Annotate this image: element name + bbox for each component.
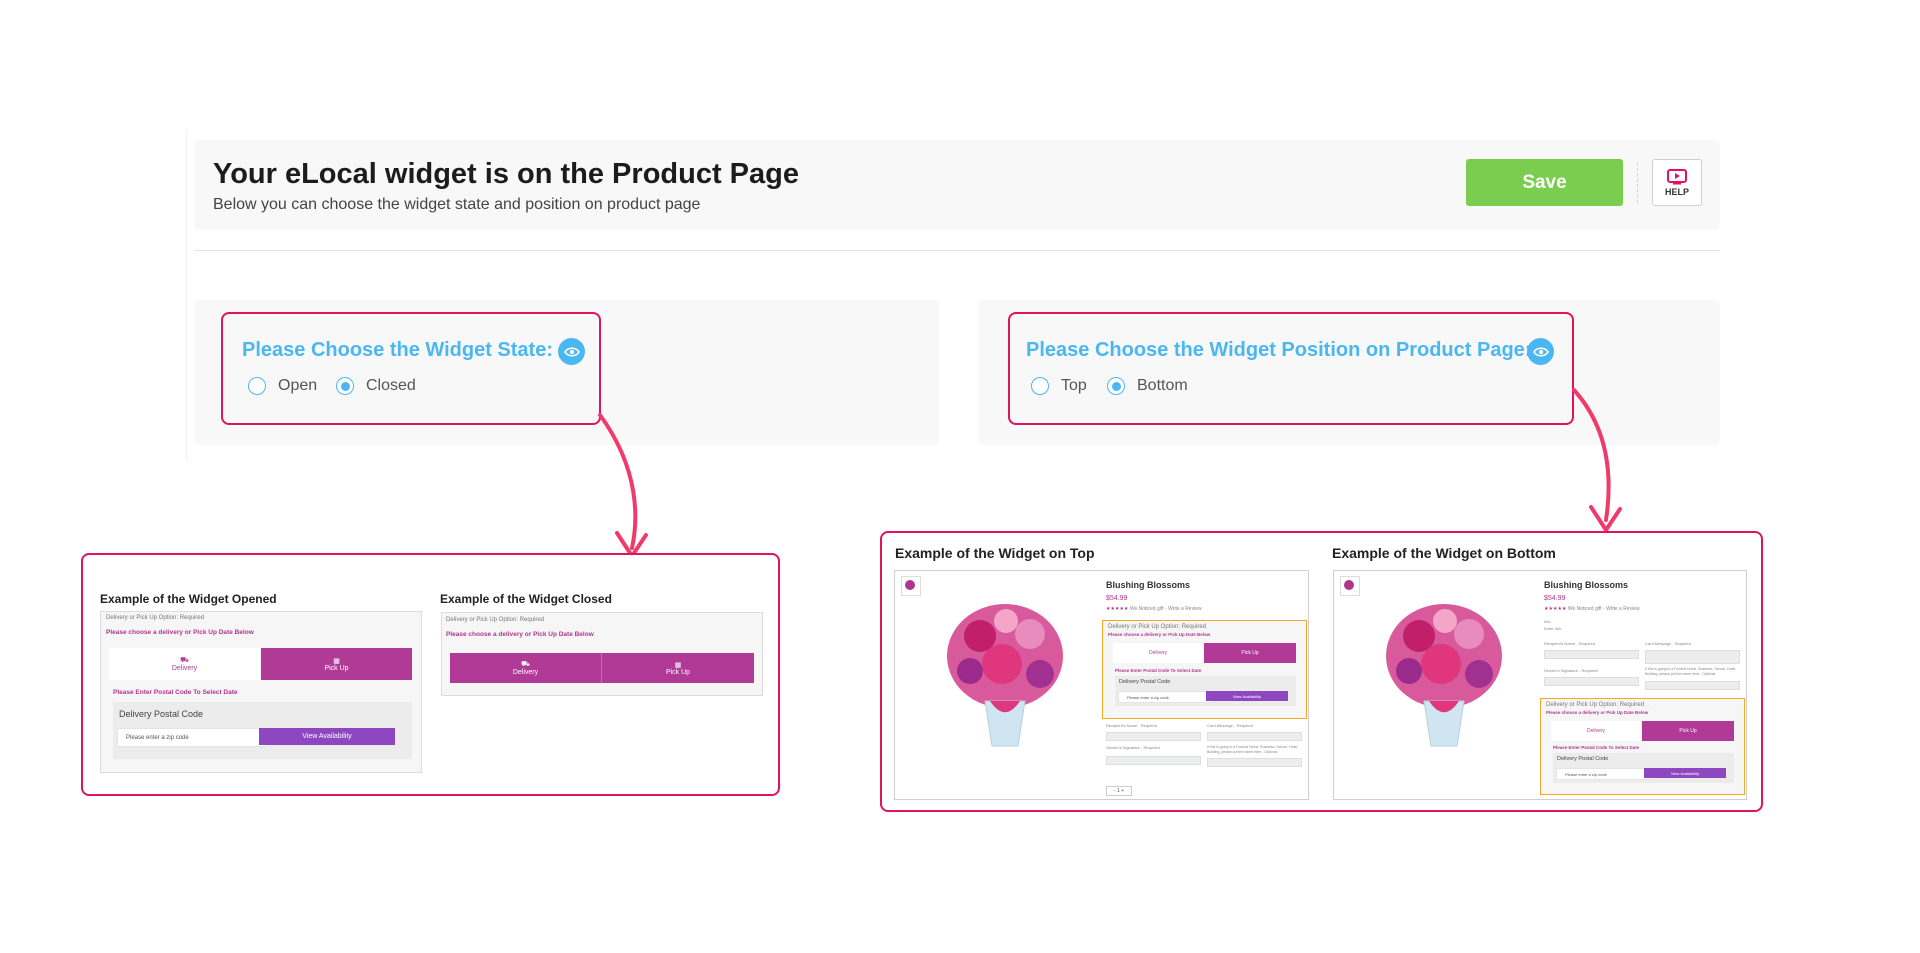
store-icon: ▦ <box>674 661 682 669</box>
product-bottom-mock: Blushing Blossoms $54.99 ★★★★★ We Notice… <box>1333 570 1747 800</box>
delivery-tab: ⛟ Delivery <box>109 648 260 680</box>
product-price: $54.99 <box>1544 595 1566 602</box>
bouquet-image <box>1386 604 1502 747</box>
required-label: Required <box>179 615 205 621</box>
option-label: Delivery or Pick Up Option: <box>106 615 179 621</box>
truck-icon: ⛟ <box>180 657 189 664</box>
example-opened-title: Example of the Widget Opened <box>100 592 277 606</box>
postal-card: Delivery Postal Code Please enter a zip … <box>113 702 412 759</box>
example-closed-title: Example of the Widget Closed <box>440 592 612 606</box>
store-icon: ▦ <box>333 657 340 665</box>
flower-thumb-icon <box>905 580 915 590</box>
postal-label: Delivery Postal Code <box>119 709 204 719</box>
widget-outline-top: Delivery or Pick Up Option: Required Ple… <box>1102 620 1307 719</box>
product-name: Blushing Blossoms <box>1106 580 1191 590</box>
product-top-mock: Blushing Blossoms $54.99 ★★★★★ We Notice… <box>894 570 1309 800</box>
quantity-stepper: - 1 + <box>1106 786 1132 796</box>
widget-closed-mock: Delivery or Pick Up Option: Required Ple… <box>441 612 763 696</box>
truck-icon: ⛟ <box>521 661 530 668</box>
widget-outline-bottom: Delivery or Pick Up Option: Required Ple… <box>1540 698 1745 795</box>
example-bottom-title: Example of the Widget on Bottom <box>1332 545 1556 561</box>
rating: ★★★★★ We Noticed gift - Write a Review <box>1544 606 1640 612</box>
delivery-tab-closed: ⛟ Delivery <box>450 653 601 683</box>
postal-prompt: Please Enter Postal Code To Select Date <box>113 689 238 696</box>
star-icons: ★★★★★ <box>1106 606 1129 612</box>
choose-text-closed: Please choose a delivery or Pick Up Date… <box>446 631 594 638</box>
widget-opened-mock: Delivery or Pick Up Option: Required Ple… <box>100 611 422 773</box>
flower-thumb-icon <box>1344 580 1354 590</box>
product-name: Blushing Blossoms <box>1544 580 1629 590</box>
thumb <box>1340 576 1360 596</box>
choose-text: Please choose a delivery or Pick Up Date… <box>106 629 254 636</box>
thumb <box>901 576 921 596</box>
product-price: $54.99 <box>1106 595 1128 602</box>
zip-field: Please enter a zip code <box>117 728 267 747</box>
star-icons: ★★★★★ <box>1544 606 1567 612</box>
example-top-title: Example of the Widget on Top <box>895 545 1095 561</box>
rating: ★★★★★ We Noticed gift - Write a Review <box>1106 606 1202 612</box>
pickup-tab: ▦ Pick Up <box>261 648 412 680</box>
view-availability-button: View Availability <box>259 728 395 745</box>
pickup-tab-closed: ▦ Pick Up <box>601 653 754 683</box>
bouquet-image <box>947 604 1063 747</box>
